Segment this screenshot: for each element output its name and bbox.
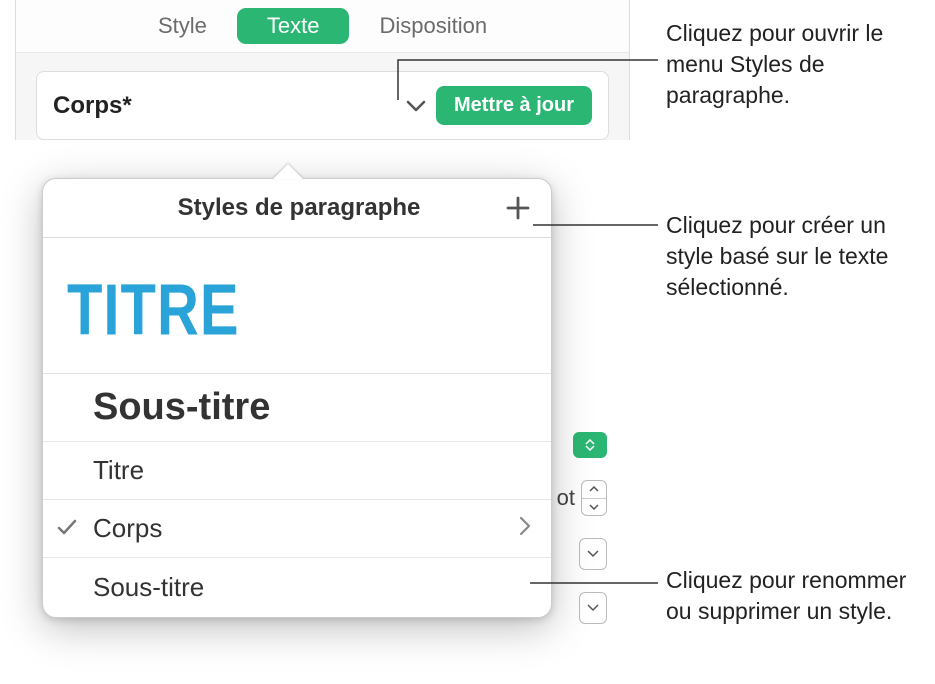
- callout-create-style: Cliquez pour créer un style basé sur le …: [666, 210, 931, 303]
- callout-open-menu: Cliquez pour ouvrir le menu Styles de pa…: [666, 18, 931, 111]
- callout-rename-delete: Cliquez pour renommer ou supprimer un st…: [666, 565, 931, 627]
